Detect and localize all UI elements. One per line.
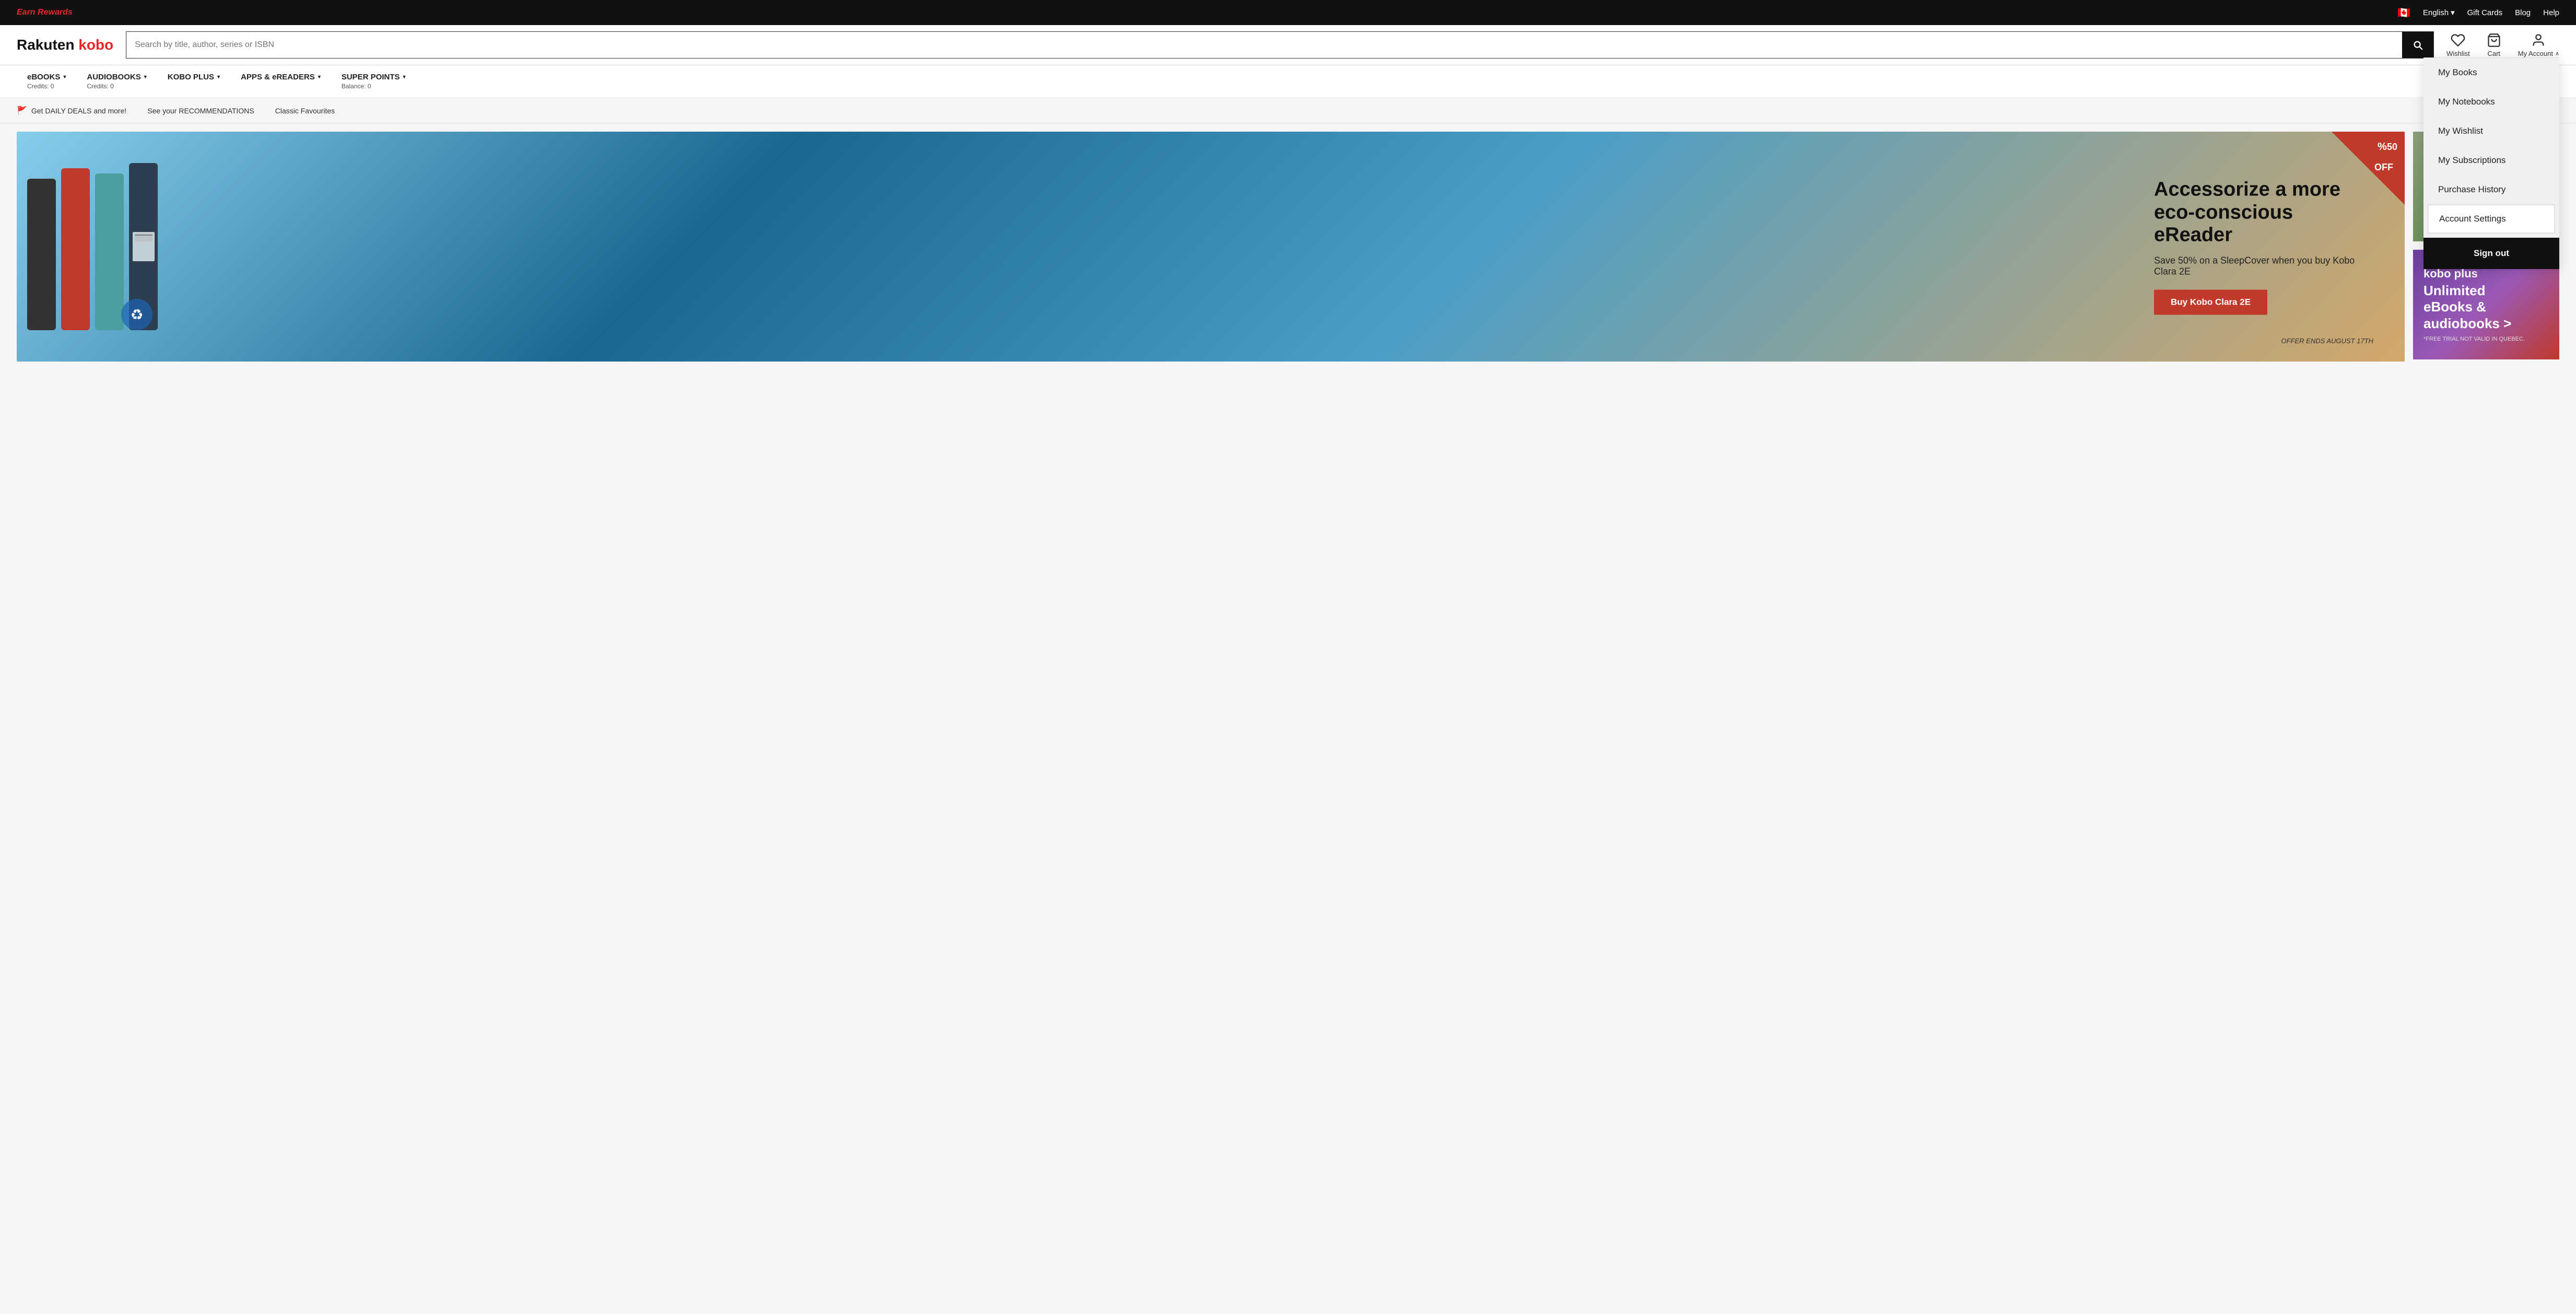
nav-bar: eBOOKS ▾ Credits: 0 AUDIOBOOKS ▾ Credits… <box>0 65 2576 98</box>
hero-badge-percent: %50 <box>2378 141 2397 160</box>
hero-offer-ends: OFFER ENDS AUGUST 17TH <box>2281 337 2373 345</box>
nav-super-points[interactable]: SUPER POINTS ▾ Balance: 0 <box>331 65 416 97</box>
blog-link[interactable]: Blog <box>2515 8 2531 17</box>
flag-icon: 🚩 <box>17 106 27 116</box>
dropdown-my-notebooks[interactable]: My Notebooks <box>2423 87 2559 117</box>
language-chevron-icon: ▾ <box>2451 8 2455 17</box>
hero-banner: %50 OFF ♻ Accesso <box>17 132 2405 362</box>
language-selector[interactable]: English ▾ <box>2423 8 2455 17</box>
my-account-label: My Account <box>2518 50 2553 57</box>
nav-ebooks-label: eBOOKS <box>27 73 60 82</box>
nav-super-points-chevron: ▾ <box>403 74 405 80</box>
logo-rakuten: Rakuten <box>17 37 78 53</box>
main-content: %50 OFF ♻ Accesso <box>0 123 2576 370</box>
logo-kobo: kobo <box>78 37 113 53</box>
dropdown-account-settings[interactable]: Account Settings <box>2428 204 2555 234</box>
search-bar <box>126 31 2434 59</box>
cart-action[interactable]: Cart <box>2487 33 2501 57</box>
my-account-chevron: ∧ <box>2555 50 2559 57</box>
header-actions: Wishlist Cart My Account ∧ My Books My N… <box>2446 33 2559 57</box>
hero-badge-sup: % <box>2378 141 2387 153</box>
nav-ebooks-sub: Credits: 0 <box>27 83 54 90</box>
nav-super-points-label: SUPER POINTS <box>342 73 400 82</box>
search-button[interactable] <box>2402 32 2433 58</box>
subnav-classic-favourites[interactable]: Classic Favourites <box>275 107 335 115</box>
kobo-plus-brand: kobo plus <box>2423 267 2525 281</box>
dropdown-my-wishlist[interactable]: My Wishlist <box>2423 117 2559 146</box>
kobo-plus-tagline: Unlimited eBooks & audiobooks > <box>2423 283 2525 332</box>
dropdown-my-books[interactable]: My Books <box>2423 58 2559 87</box>
cart-icon <box>2487 33 2501 48</box>
search-input[interactable] <box>126 32 2402 58</box>
dropdown-my-subscriptions[interactable]: My Subscriptions <box>2423 146 2559 175</box>
nav-audiobooks-sub: Credits: 0 <box>87 83 113 90</box>
dropdown-sign-out[interactable]: Sign out <box>2423 238 2559 269</box>
wishlist-label: Wishlist <box>2446 50 2470 57</box>
nav-apps-ereaders[interactable]: APPS & eREADERS ▾ <box>230 65 331 97</box>
top-bar: Earn Rewards 🇨🇦 English ▾ Gift Cards Blo… <box>0 0 2576 25</box>
nav-apps-ereaders-label: APPS & eREADERS <box>241 73 315 82</box>
kobo-plus-content: kobo plus Unlimited eBooks & audiobooks … <box>2413 257 2535 353</box>
account-icon <box>2531 33 2546 48</box>
nav-audiobooks-chevron: ▾ <box>144 74 147 80</box>
subnav-recommendations-label: See your RECOMMENDATIONS <box>147 107 254 115</box>
nav-audiobooks-label: AUDIOBOOKS <box>87 73 140 82</box>
hero-heading: Accessorize a more eco-conscious eReader <box>2154 178 2373 247</box>
subnav-recommendations[interactable]: See your RECOMMENDATIONS <box>147 107 254 115</box>
account-dropdown: My Books My Notebooks My Wishlist My Sub… <box>2423 57 2559 269</box>
nav-kobo-plus-chevron: ▾ <box>217 74 220 80</box>
nav-apps-ereaders-chevron: ▾ <box>318 74 321 80</box>
sub-nav-bar: 🚩 Get DAILY DEALS and more! See your REC… <box>0 98 2576 123</box>
nav-ebooks-chevron: ▾ <box>63 74 66 80</box>
search-icon <box>2412 39 2423 51</box>
my-account-action[interactable]: My Account ∧ My Books My Notebooks My Wi… <box>2518 33 2559 57</box>
hero-content: Accessorize a more eco-conscious eReader… <box>2154 178 2373 315</box>
nav-kobo-plus-label: KOBO PLUS <box>168 73 214 82</box>
language-label: English <box>2423 8 2449 17</box>
cart-label: Cart <box>2487 50 2500 57</box>
top-bar-right: 🇨🇦 English ▾ Gift Cards Blog Help <box>2397 6 2559 19</box>
nav-ebooks[interactable]: eBOOKS ▾ Credits: 0 <box>17 65 76 97</box>
dropdown-purchase-history[interactable]: Purchase History <box>2423 175 2559 204</box>
heart-icon <box>2451 33 2465 48</box>
recycle-icon: ♻ <box>121 299 153 330</box>
wishlist-action[interactable]: Wishlist <box>2446 33 2470 57</box>
subnav-daily-deals[interactable]: 🚩 Get DAILY DEALS and more! <box>17 106 126 116</box>
nav-kobo-plus[interactable]: KOBO PLUS ▾ <box>157 65 230 97</box>
canada-flag-icon: 🇨🇦 <box>2397 6 2410 19</box>
logo[interactable]: Rakuten kobo <box>17 37 113 53</box>
gift-cards-link[interactable]: Gift Cards <box>2467 8 2503 17</box>
nav-audiobooks[interactable]: AUDIOBOOKS ▾ Credits: 0 <box>76 65 157 97</box>
hero-body: Save 50% on a SleepCover when you buy Ko… <box>2154 255 2373 277</box>
hero-cta-button[interactable]: Buy Kobo Clara 2E <box>2154 290 2267 315</box>
header: Rakuten kobo Wishlist Cart My Account ∧ … <box>0 25 2576 65</box>
subnav-classic-favourites-label: Classic Favourites <box>275 107 335 115</box>
hero-badge-off: OFF <box>2374 162 2393 173</box>
subnav-daily-deals-label: Get DAILY DEALS and more! <box>31 107 126 115</box>
kobo-plus-disclaimer: *FREE TRIAL NOT VALID IN QUEBEC. <box>2423 336 2525 342</box>
nav-super-points-sub: Balance: 0 <box>342 83 371 90</box>
earn-rewards-link[interactable]: Earn Rewards <box>17 8 73 17</box>
help-link[interactable]: Help <box>2543 8 2559 17</box>
